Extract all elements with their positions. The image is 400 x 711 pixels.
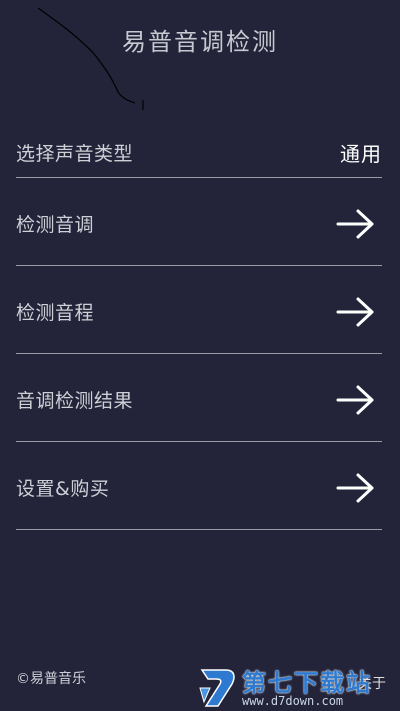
menu-item-label: 音调检测结果 <box>16 390 134 412</box>
copyright-text: ©易普音乐 <box>16 671 86 687</box>
menu-item-voice-type[interactable]: 选择声音类型 通用 <box>16 126 382 178</box>
menu-item-detect-pitch[interactable]: 检测音调 <box>16 178 382 266</box>
arrow-right-icon <box>336 473 374 502</box>
arrow-right-icon <box>336 297 374 326</box>
menu-item-settings-purchase[interactable]: 设置&购买 <box>16 442 382 530</box>
scribble-mark <box>37 7 144 110</box>
menu-item-label: 检测音调 <box>16 214 95 236</box>
menu-item-label: 选择声音类型 <box>16 143 134 165</box>
about-link[interactable]: 关于 <box>358 673 386 693</box>
menu-item-detect-interval[interactable]: 检测音程 <box>16 266 382 354</box>
menu-list: 选择声音类型 通用 检测音调 检测音程 音调检测结果 设置&购买 <box>16 126 382 530</box>
watermark-brand: 第七下载站 <box>242 669 372 697</box>
menu-item-pitch-results[interactable]: 音调检测结果 <box>16 354 382 442</box>
voice-type-value: 通用 <box>340 142 382 166</box>
arrow-right-icon <box>336 385 374 414</box>
arrow-right-icon <box>336 209 374 238</box>
menu-item-label: 检测音程 <box>16 302 95 324</box>
watermark-url: www.d7down.com <box>242 694 344 708</box>
menu-item-label: 设置&购买 <box>16 478 110 500</box>
page-title: 易普音调检测 <box>122 28 278 56</box>
d7-logo-icon <box>199 669 235 707</box>
